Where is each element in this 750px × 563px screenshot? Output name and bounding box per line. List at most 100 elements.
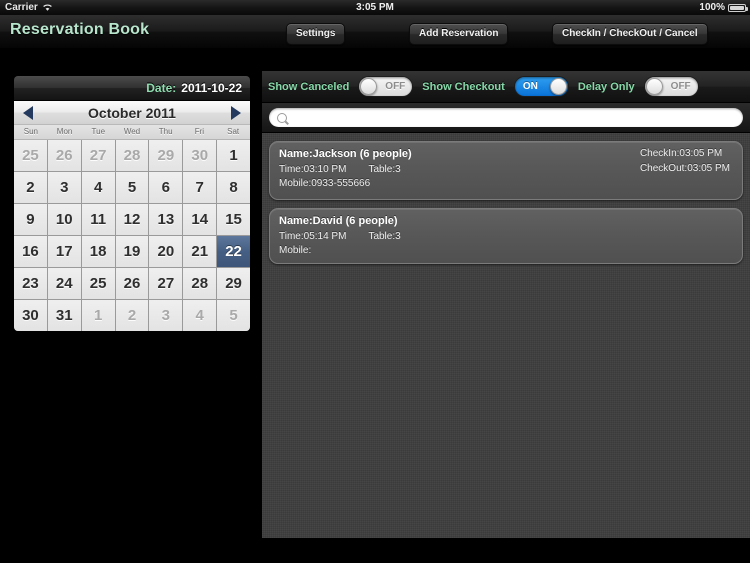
battery-full-icon bbox=[728, 3, 748, 12]
toggle-state-label: ON bbox=[522, 80, 538, 92]
calendar-day[interactable]: 3 bbox=[149, 300, 183, 331]
calendar-day[interactable]: 5 bbox=[217, 300, 250, 331]
toggle-state-label: OFF bbox=[670, 80, 691, 92]
status-bar-right: 100% bbox=[699, 0, 748, 15]
reservation-time-table: Time:05:14 PM Table:3 bbox=[279, 231, 733, 242]
calendar-day[interactable]: 21 bbox=[183, 236, 217, 267]
calendar-day[interactable]: 3 bbox=[47, 172, 81, 203]
calendar-grid: 25 26 27 28 29 30 1 2 3 4 5 6 7 8 9 10 11 12 13 14 15 16 17 18 1… bbox=[14, 140, 250, 331]
calendar-day[interactable]: 16 bbox=[14, 236, 47, 267]
calendar-day[interactable]: 2 bbox=[115, 300, 149, 331]
calendar-day[interactable]: 28 bbox=[115, 140, 149, 171]
calendar-day[interactable]: 13 bbox=[149, 204, 183, 235]
reservation-checkin-checkout: CheckIn:03:05 PM CheckOut:03:05 PM bbox=[640, 148, 730, 178]
reservation-time: Time:05:14 PM bbox=[279, 231, 347, 242]
search-bar bbox=[262, 103, 750, 133]
calendar-day[interactable]: 25 bbox=[14, 140, 47, 171]
calendar-day[interactable]: 9 bbox=[14, 204, 47, 235]
reservation-list: Name:Jackson (6 people) Time:03:10 PM Tabl… bbox=[262, 133, 750, 264]
reservation-time: Time:03:10 PM bbox=[279, 164, 347, 175]
chevron-left-icon[interactable] bbox=[23, 105, 33, 120]
calendar-day[interactable]: 28 bbox=[183, 268, 217, 299]
reservation-table: Table:3 bbox=[368, 231, 401, 242]
calendar-day[interactable]: 25 bbox=[81, 268, 115, 299]
calendar-day[interactable]: 24 bbox=[47, 268, 81, 299]
weekday-label-sun: Sun bbox=[23, 127, 38, 136]
calendar-day[interactable]: 14 bbox=[183, 204, 217, 235]
weekday-label-thu: Thu bbox=[158, 127, 173, 136]
toggle-knob bbox=[645, 78, 663, 95]
reservation-card[interactable]: Name:Jackson (6 people) Time:03:10 PM Tabl… bbox=[269, 141, 743, 200]
chevron-right-icon[interactable] bbox=[231, 105, 241, 120]
calendar-month-bar: October 2011 bbox=[14, 101, 250, 125]
toggle-delay-only[interactable]: OFF bbox=[643, 76, 699, 97]
weekday-label-fri: Fri bbox=[194, 127, 205, 136]
status-bar: Carrier 3:05 PM 100% bbox=[0, 0, 750, 15]
calendar-day[interactable]: 23 bbox=[14, 268, 47, 299]
search-icon bbox=[277, 112, 287, 123]
calendar-day[interactable]: 30 bbox=[14, 300, 47, 331]
reservations-panel: Show Canceled OFF Show Checkout ON Delay Onl… bbox=[262, 71, 750, 538]
weekday-label-sat: Sat bbox=[227, 127, 240, 136]
calendar-day-selected[interactable]: 22 bbox=[217, 236, 250, 267]
calendar-day[interactable]: 1 bbox=[217, 140, 250, 171]
app-toolbar: Reservation Book Settings Add Reservatio… bbox=[0, 15, 750, 49]
toggle-knob bbox=[360, 78, 378, 95]
reservation-name: Name:David (6 people) bbox=[279, 215, 398, 227]
calendar-day[interactable]: 4 bbox=[81, 172, 115, 203]
calendar-day[interactable]: 15 bbox=[217, 204, 250, 235]
calendar-day[interactable]: 1 bbox=[81, 300, 115, 331]
add-reservation-button[interactable]: Add Reservation bbox=[409, 23, 509, 45]
date-label: Date: bbox=[146, 81, 177, 95]
toggle-knob bbox=[549, 78, 567, 95]
reservation-checkin: CheckIn:03:05 PM bbox=[639, 148, 723, 159]
calendar-day[interactable]: 19 bbox=[115, 236, 149, 267]
reservation-checkout: CheckOut:03:05 PM bbox=[639, 163, 730, 174]
reservation-card[interactable]: Name:David (6 people) Time:05:14 PM Table:… bbox=[269, 208, 743, 264]
calendar-day[interactable]: 2 bbox=[14, 172, 47, 203]
calendar-day[interactable]: 10 bbox=[47, 204, 81, 235]
search-input[interactable] bbox=[292, 110, 743, 125]
calendar-day[interactable]: 12 bbox=[115, 204, 149, 235]
calendar-day[interactable]: 17 bbox=[47, 236, 81, 267]
calendar-day[interactable]: 27 bbox=[81, 140, 115, 171]
weekday-label-wed: Wed bbox=[123, 127, 141, 136]
calendar-day[interactable]: 26 bbox=[47, 140, 81, 171]
calendar-day[interactable]: 26 bbox=[115, 268, 149, 299]
weekday-label-tue: Tue bbox=[91, 127, 106, 136]
toggle-show-canceled[interactable]: OFF bbox=[358, 76, 414, 97]
calendar-day[interactable]: 29 bbox=[149, 140, 183, 171]
calendar-day[interactable]: 30 bbox=[183, 140, 217, 171]
calendar-day[interactable]: 11 bbox=[81, 204, 115, 235]
filter-label-delay-only: Delay Only bbox=[577, 80, 635, 93]
status-bar-clock: 3:05 PM bbox=[356, 2, 394, 13]
calendar-weekday-header: Sun Mon Tue Wed Thu Fri Sat bbox=[14, 125, 250, 140]
toggle-state-label: OFF bbox=[385, 80, 406, 92]
calendar-day[interactable]: 20 bbox=[149, 236, 183, 267]
calendar-day[interactable]: 8 bbox=[217, 172, 250, 203]
filter-label-show-checkout: Show Checkout bbox=[422, 80, 505, 93]
app-screen: Carrier 3:05 PM 100% Reservation Book Se… bbox=[0, 0, 750, 563]
battery-percent-label: 100% bbox=[699, 2, 725, 13]
reservation-table: Table:3 bbox=[368, 164, 401, 175]
filter-label-show-canceled: Show Canceled bbox=[268, 80, 350, 93]
calendar-panel: Date: 2011-10-22 October 2011 Sun Mon Tue W… bbox=[14, 76, 250, 331]
calendar-day[interactable]: 6 bbox=[149, 172, 183, 203]
calendar-day[interactable]: 18 bbox=[81, 236, 115, 267]
calendar-day[interactable]: 7 bbox=[183, 172, 217, 203]
date-value: 2011-10-22 bbox=[181, 81, 242, 95]
selected-date-bar: Date: 2011-10-22 bbox=[14, 76, 250, 101]
settings-button[interactable]: Settings bbox=[286, 23, 346, 45]
toggle-show-checkout[interactable]: ON bbox=[513, 76, 569, 97]
page-title: Reservation Book bbox=[10, 21, 150, 38]
reservation-mobile: Mobile: bbox=[279, 245, 312, 256]
search-field[interactable] bbox=[269, 108, 743, 127]
calendar-day[interactable]: 29 bbox=[217, 268, 250, 299]
checkin-checkout-cancel-button[interactable]: CheckIn / CheckOut / Cancel bbox=[552, 23, 708, 45]
calendar-day[interactable]: 31 bbox=[47, 300, 81, 331]
filter-bar: Show Canceled OFF Show Checkout ON Delay Onl… bbox=[262, 71, 750, 103]
calendar-day[interactable]: 5 bbox=[115, 172, 149, 203]
calendar-month-title: October 2011 bbox=[88, 104, 176, 121]
calendar-day[interactable]: 4 bbox=[183, 300, 217, 331]
calendar-day[interactable]: 27 bbox=[149, 268, 183, 299]
